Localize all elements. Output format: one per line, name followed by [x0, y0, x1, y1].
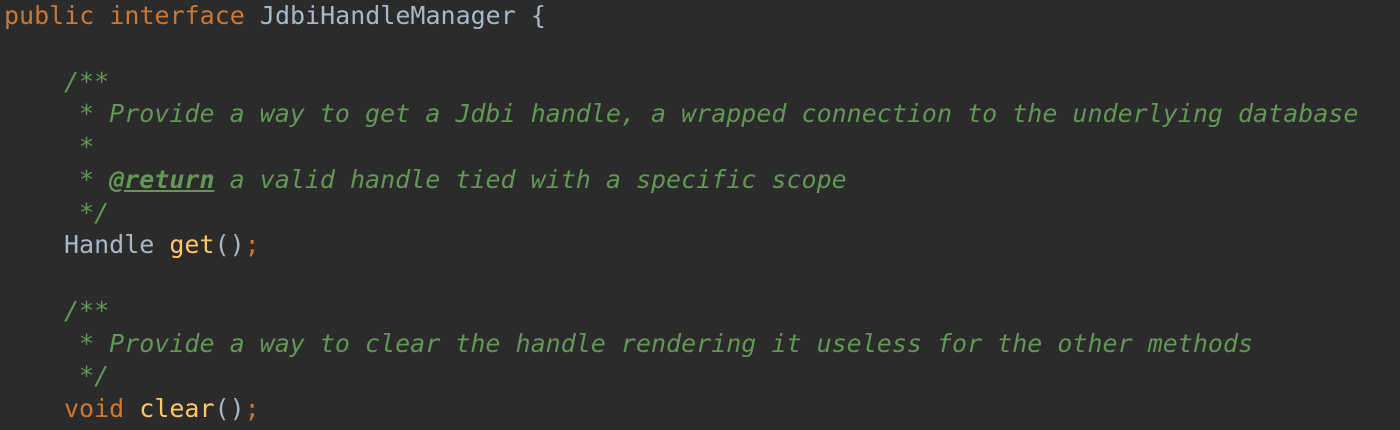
method-get: get — [169, 230, 215, 260]
method-clear-semicolon: ; — [244, 394, 260, 423]
code-area: public interface JdbiHandleManager { /**… — [4, 0, 1358, 426]
code-line-1: public interface JdbiHandleManager { — [4, 0, 1358, 33]
code-line-4: * Provide a way to get a Jdbi handle, a … — [4, 98, 1358, 131]
interface-name: JdbiHandleManager — [259, 1, 516, 30]
open-brace: { — [530, 1, 546, 30]
code-line-5: * — [4, 131, 1358, 164]
javadoc-2-open: /** — [64, 295, 110, 325]
code-line-3: /** — [4, 66, 1358, 99]
keyword-interface: interface — [109, 1, 245, 30]
keyword-public: public — [4, 1, 95, 30]
javadoc-close: */ — [64, 197, 110, 227]
method-clear-parens: () — [214, 394, 245, 423]
code-line-7: */ — [4, 197, 1358, 230]
code-editor[interactable]: public interface JdbiHandleManager { /**… — [0, 0, 1400, 430]
code-line-10: /** — [4, 295, 1358, 328]
method-clear: clear — [139, 394, 215, 423]
javadoc-blank: * — [64, 132, 95, 161]
code-line-13: void clear(); — [4, 393, 1358, 426]
method-get-semicolon: ; — [244, 230, 260, 260]
javadoc-return-tag: @return — [109, 164, 215, 194]
javadoc-2-text: * Provide a way to clear the handle rend… — [64, 328, 1254, 358]
return-type-handle: Handle — [64, 230, 155, 260]
code-line-6: * @return a valid handle tied with a spe… — [4, 164, 1358, 197]
code-line-11: * Provide a way to clear the handle rend… — [4, 328, 1358, 361]
code-line-12: */ — [4, 360, 1358, 393]
javadoc-2-close: */ — [64, 361, 110, 391]
code-line-8: Handle get(); — [4, 229, 1358, 262]
javadoc-open: /** — [64, 66, 110, 96]
keyword-void: void — [64, 394, 125, 423]
method-get-parens: () — [214, 230, 245, 260]
javadoc-return-text: a valid handle tied with a specific scop… — [214, 164, 847, 194]
javadoc-text: * Provide a way to get a Jdbi handle, a … — [64, 99, 1359, 129]
javadoc-return-prefix: * — [64, 164, 110, 194]
